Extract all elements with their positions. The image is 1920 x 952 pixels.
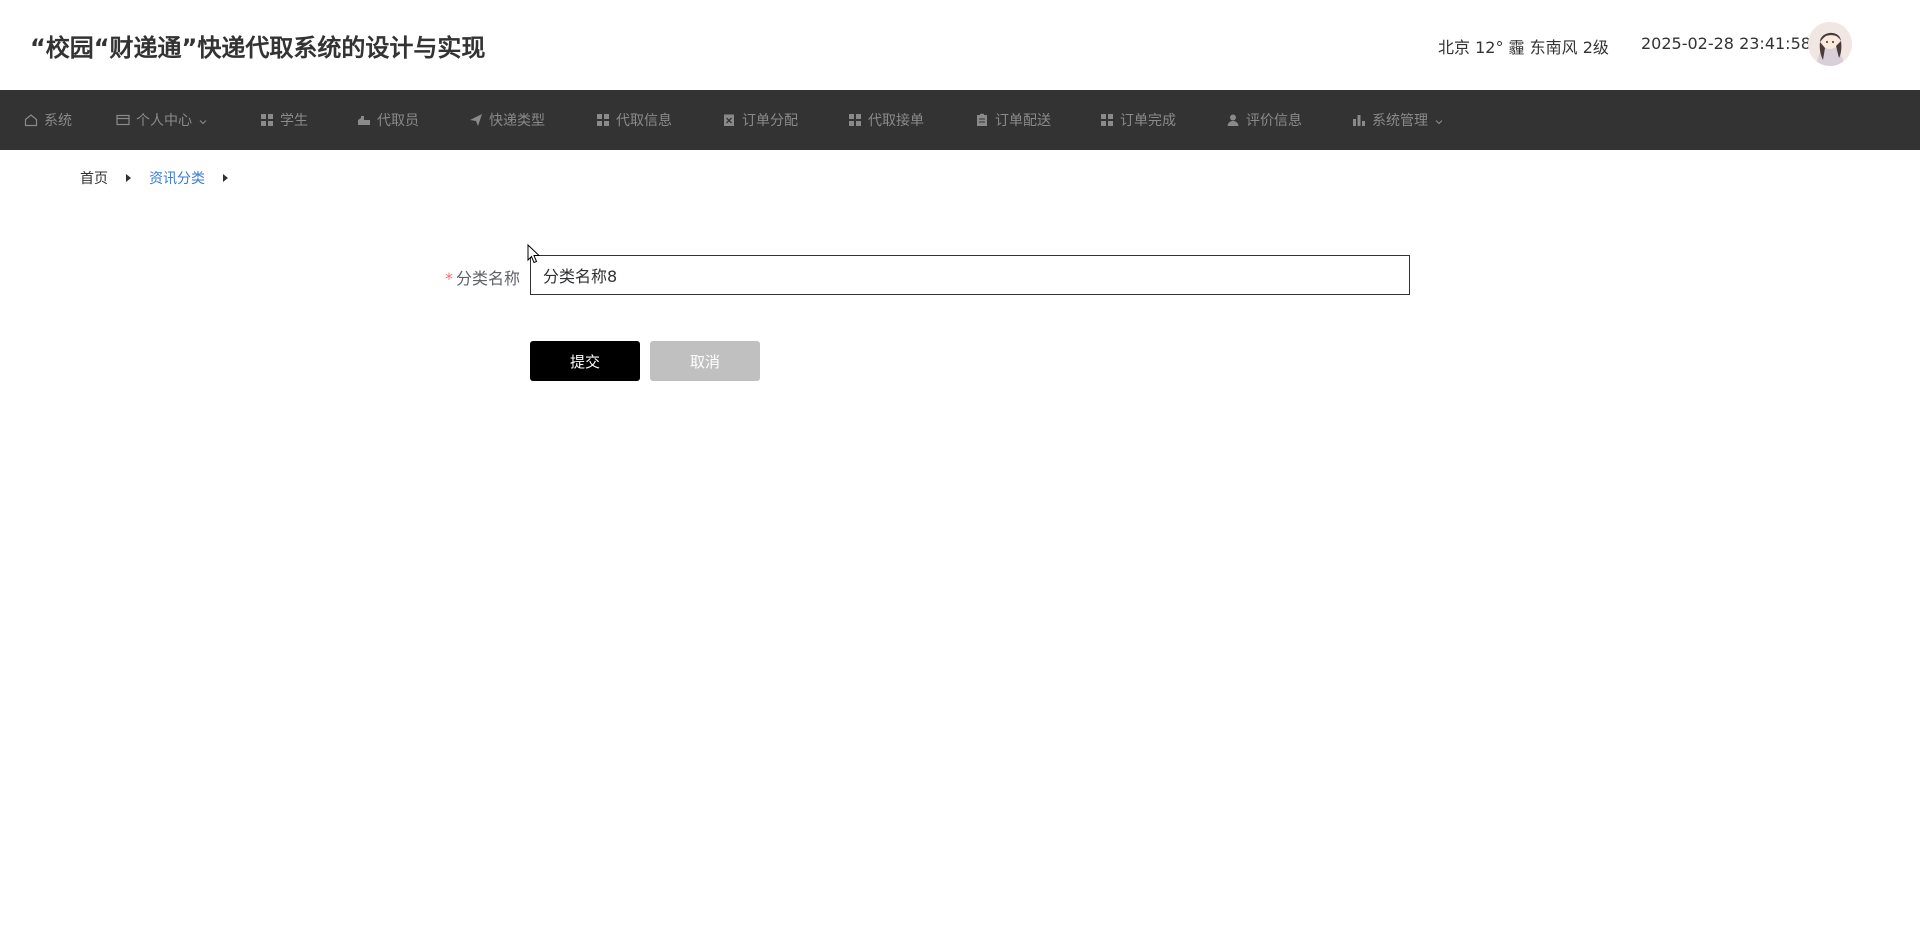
breadcrumb-current[interactable]: 资讯分类 [149, 168, 205, 188]
nav-item-label: 快递类型 [489, 113, 545, 129]
nav-item-label: 订单完成 [1120, 113, 1176, 129]
home-icon [24, 113, 38, 127]
nav-item-system-home[interactable]: 系统 [24, 90, 72, 150]
wallet-icon [116, 113, 130, 127]
nav-item-label: 代取员 [377, 113, 419, 129]
nav-item-personal-center[interactable]: 个人中心 [116, 90, 208, 150]
nav-item-order-assignment[interactable]: 订单分配 [722, 90, 798, 150]
nav-item-pickup-info[interactable]: 代取信息 [596, 90, 672, 150]
nav-item-couriers[interactable]: 代取员 [357, 90, 419, 150]
nav-item-order-delivery[interactable]: 订单配送 [975, 90, 1051, 150]
app-header: “校园“财递通”快递代取系统的设计与实现 北京 12° 霾 东南风 2级 202… [0, 0, 1920, 90]
nav-item-label: 订单分配 [742, 113, 798, 129]
category-name-input[interactable] [530, 255, 1410, 295]
grid-icon [848, 113, 862, 127]
required-mark: * [445, 269, 453, 288]
category-name-label-text: 分类名称 [456, 269, 521, 288]
bar-chart-icon [1352, 113, 1366, 127]
main-nav: 系统 个人中心 学生 代取员 快递类型 代取信息 订单分配 代取接单 订单配送 … [0, 90, 1920, 150]
breadcrumb-separator-icon [126, 174, 131, 182]
nav-item-label: 个人中心 [136, 113, 192, 129]
user-icon [1226, 113, 1240, 127]
nav-item-reviews[interactable]: 评价信息 [1226, 90, 1302, 150]
app-title: “校园“财递通”快递代取系统的设计与实现 [30, 34, 486, 62]
breadcrumb: 首页 资讯分类 [80, 168, 246, 188]
clipboard-x-icon [722, 113, 736, 127]
nav-item-order-complete[interactable]: 订单完成 [1100, 90, 1176, 150]
breadcrumb-separator-icon [223, 174, 228, 182]
nav-item-label: 代取信息 [616, 113, 672, 129]
chevron-down-icon [1434, 115, 1444, 125]
mouse-cursor-icon [527, 244, 541, 264]
category-name-label: * 分类名称 [445, 265, 520, 289]
cancel-button[interactable]: 取消 [650, 341, 760, 381]
clipboard-icon [975, 113, 989, 127]
nav-item-system-management[interactable]: 系统管理 [1352, 90, 1444, 150]
nav-item-label: 学生 [280, 113, 308, 129]
submit-button[interactable]: 提交 [530, 341, 640, 381]
grid-icon [260, 113, 274, 127]
nav-item-label: 订单配送 [995, 113, 1051, 129]
nav-item-students[interactable]: 学生 [260, 90, 308, 150]
nav-item-express-types[interactable]: 快递类型 [469, 90, 545, 150]
datetime-display: 2025-02-28 23:41:58 [1641, 34, 1811, 53]
breadcrumb-home-link[interactable]: 首页 [80, 168, 108, 188]
nav-item-label: 评价信息 [1246, 113, 1302, 129]
nav-item-label: 代取接单 [868, 113, 924, 129]
nav-item-label: 系统管理 [1372, 113, 1428, 129]
grid-icon [596, 113, 610, 127]
grid-icon [1100, 113, 1114, 127]
delivery-icon [357, 113, 371, 127]
send-icon [469, 113, 483, 127]
chevron-down-icon [198, 115, 208, 125]
nav-item-label: 系统 [44, 113, 72, 129]
weather-info: 北京 12° 霾 东南风 2级 [1438, 38, 1609, 57]
nav-item-pickup-accept[interactable]: 代取接单 [848, 90, 924, 150]
avatar[interactable] [1808, 22, 1852, 66]
